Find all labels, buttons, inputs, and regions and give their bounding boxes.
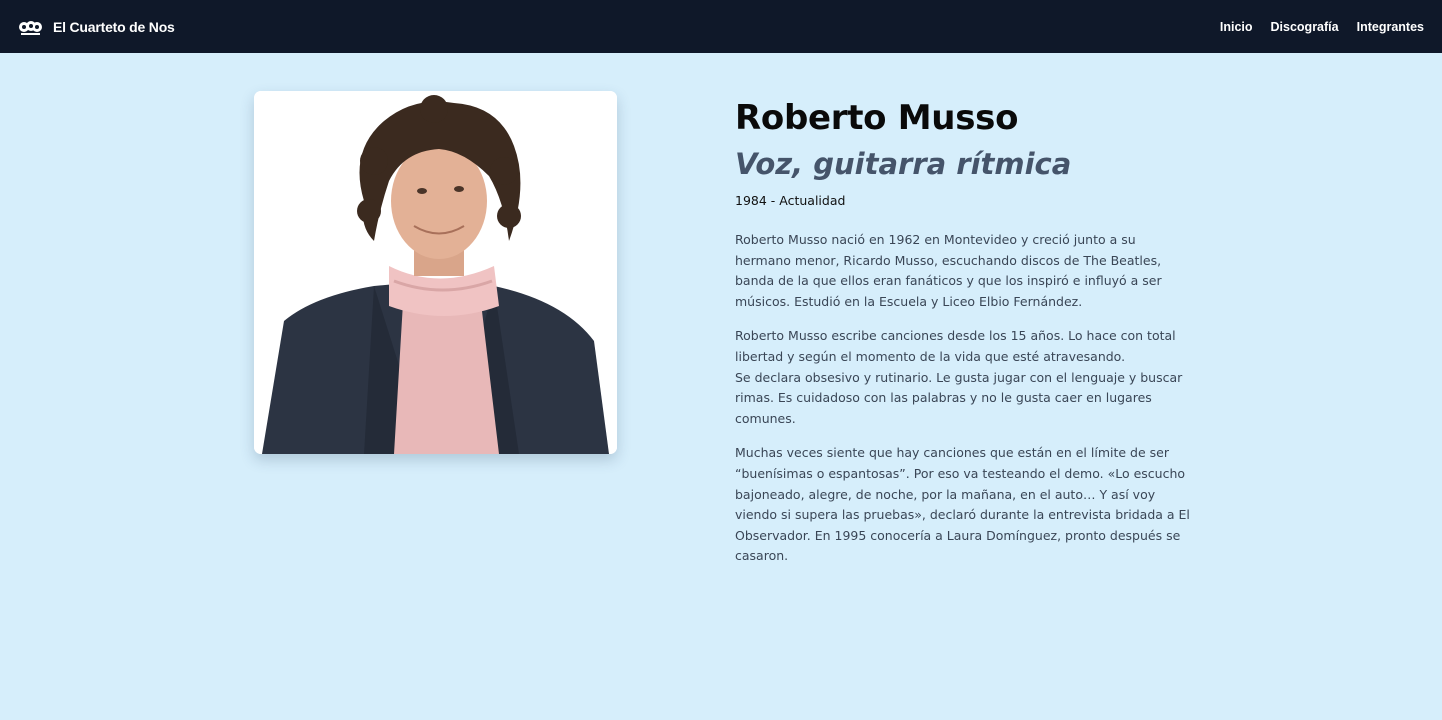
- member-photo-card: [254, 91, 617, 454]
- brand[interactable]: El Cuarteto de Nos: [18, 17, 175, 37]
- member-portrait-photo: [254, 91, 617, 454]
- bio-paragraph-2-line-2: Se declara obsesivo y rutinario. Le gust…: [735, 369, 1183, 426]
- member-name: Roberto Musso: [735, 98, 1019, 138]
- member-years: 1984 - Actualidad: [735, 193, 846, 208]
- top-navbar: El Cuarteto de Nos Inicio Discografía In…: [0, 0, 1442, 53]
- nav-link-inicio[interactable]: Inicio: [1220, 20, 1253, 34]
- brand-name: El Cuarteto de Nos: [53, 18, 175, 35]
- nav-link-integrantes[interactable]: Integrantes: [1357, 20, 1424, 34]
- nav-link-discografia[interactable]: Discografía: [1271, 20, 1339, 34]
- band-logo-icon: [19, 20, 42, 35]
- nav-links: Inicio Discografía Integrantes: [1220, 20, 1424, 34]
- bio-paragraph-3: Muchas veces siente que hay canciones qu…: [735, 445, 1190, 564]
- bio-paragraph-2-line-1: Roberto Musso escribe canciones desde lo…: [735, 328, 1176, 364]
- bio-paragraph-1: Roberto Musso nació en 1962 en Montevide…: [735, 232, 1162, 309]
- member-bio: Roberto Musso nació en 1962 en Montevide…: [735, 230, 1190, 567]
- member-role: Voz, guitarra rítmica: [735, 147, 1072, 181]
- bio-paragraph-2: Roberto Musso escribe canciones desde lo…: [735, 326, 1190, 429]
- member-info: Roberto Musso Voz, guitarra rítmica 1984…: [735, 96, 1190, 581]
